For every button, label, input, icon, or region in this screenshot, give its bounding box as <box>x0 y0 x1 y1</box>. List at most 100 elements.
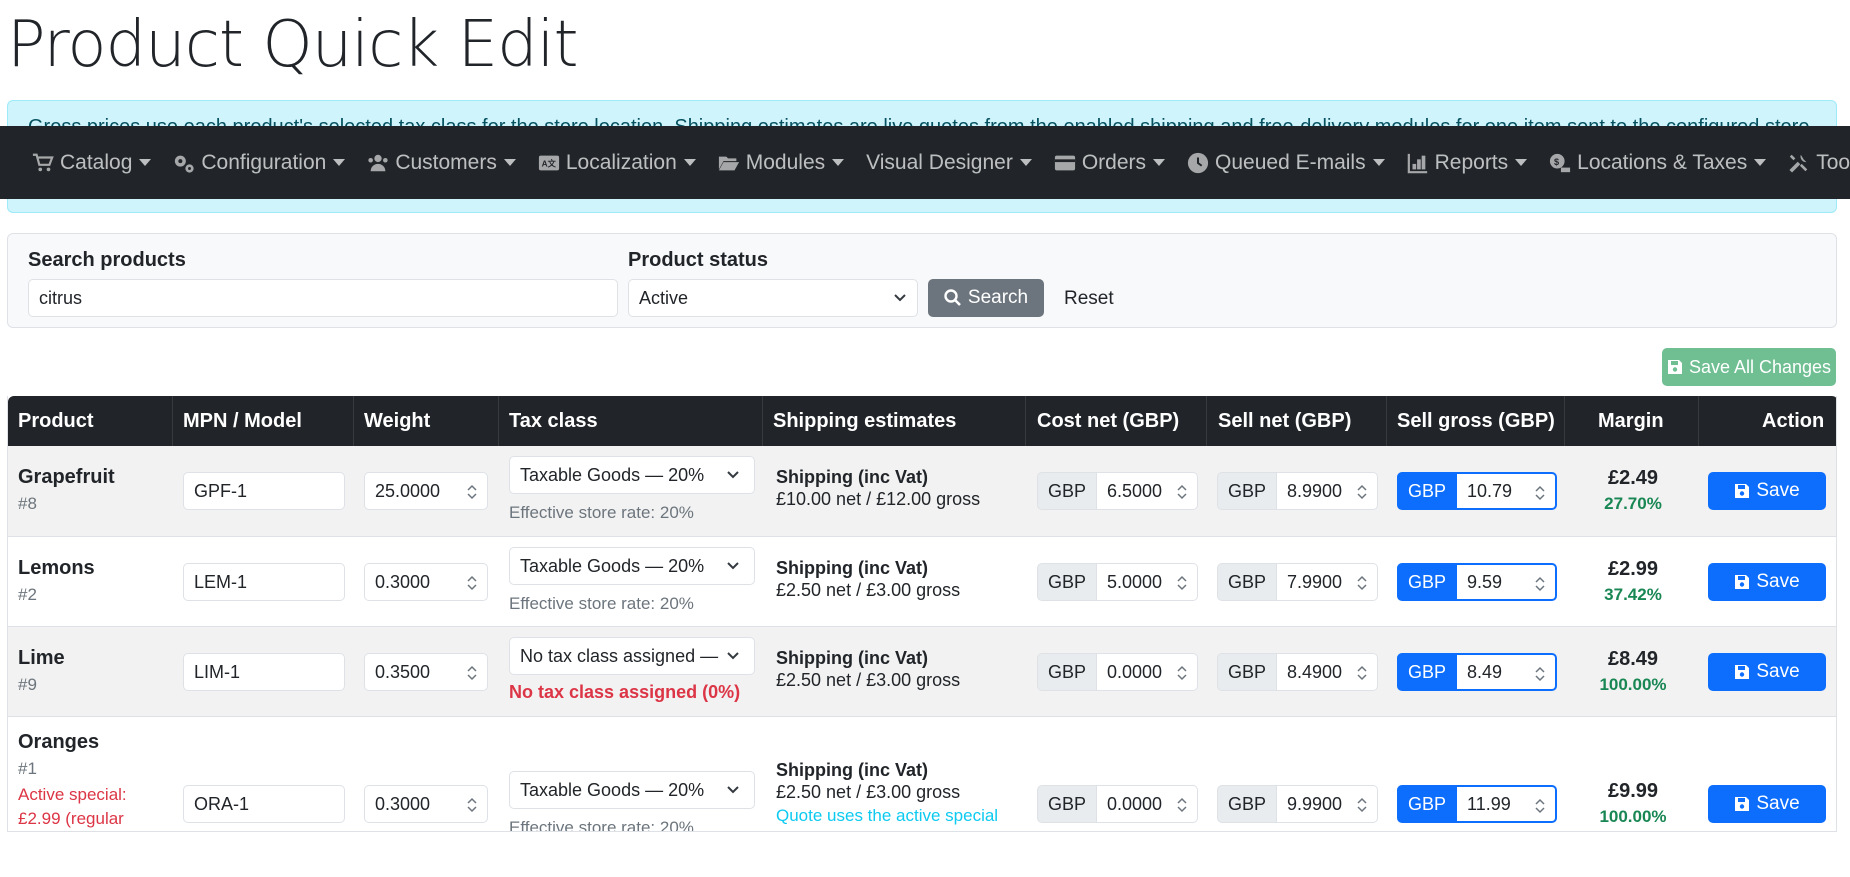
search-button[interactable]: Search <box>928 279 1044 317</box>
search-label: Search products <box>28 249 186 271</box>
caret-down-icon <box>1153 159 1166 166</box>
spinner-arrows-icon[interactable] <box>1533 664 1547 684</box>
col-shipping: Shipping estimates <box>773 410 957 432</box>
spinner-arrows-icon[interactable] <box>1533 796 1547 816</box>
shipping-title: Shipping (inc Vat) <box>776 467 928 487</box>
tax-class-select[interactable]: Taxable Goods — 20% <box>509 547 755 585</box>
cost-input[interactable]: GBP 0.0000 <box>1037 785 1198 823</box>
mpn-input[interactable]: LEM-1 <box>183 563 345 601</box>
product-name: Oranges <box>18 731 100 753</box>
shipping-value: £2.50 net / £3.00 gross <box>776 670 961 690</box>
tax-class-select[interactable]: Taxable Goods — 20% <box>509 456 755 494</box>
save-all-button[interactable]: Save All Changes <box>1662 348 1836 386</box>
chart-icon <box>1407 153 1427 173</box>
search-button-label: Search <box>967 287 1029 308</box>
mpn-value: LIM-1 <box>194 661 241 682</box>
spinner-arrows-icon[interactable] <box>1355 482 1369 502</box>
product-id: #9 <box>18 675 37 694</box>
spinner-arrows-icon[interactable] <box>1533 574 1547 594</box>
save-label: Save <box>1756 661 1800 682</box>
weight-input[interactable]: 0.3500 <box>364 653 488 691</box>
nav-label: Localization <box>565 150 677 174</box>
nav-orders[interactable]: Orders <box>1054 151 1166 175</box>
spinner-arrows-icon[interactable] <box>465 795 479 815</box>
nav-queued-emails[interactable]: Queued E-mails <box>1187 151 1385 175</box>
spinner-arrows-icon[interactable] <box>1355 663 1369 683</box>
nav-label: Visual Designer <box>866 150 1013 174</box>
money-icon: $ <box>1550 153 1571 172</box>
search-input[interactable] <box>28 279 618 317</box>
mpn-input[interactable]: LIM-1 <box>183 653 345 691</box>
floppy-disk-icon <box>1735 484 1750 498</box>
sell-gross-input[interactable]: GBP 10.79 <box>1397 472 1557 510</box>
col-action: Action <box>1762 410 1825 432</box>
gears-icon <box>175 155 195 173</box>
sell-net-input[interactable]: GBP 8.4900 <box>1217 653 1378 691</box>
sell-gross-input[interactable]: GBP 9.59 <box>1397 563 1557 601</box>
language-icon: A文 <box>538 155 559 170</box>
caret-down-icon <box>139 159 152 166</box>
weight-input[interactable]: 0.3000 <box>364 785 488 823</box>
shipping-note: Quote uses the active special <box>776 806 999 825</box>
sell-net-input[interactable]: GBP 9.9900 <box>1217 785 1378 823</box>
spinner-arrows-icon[interactable] <box>465 482 479 502</box>
nav-modules[interactable]: Modules <box>718 150 845 175</box>
nav-reports[interactable]: Reports <box>1407 151 1528 175</box>
spinner-arrows-icon[interactable] <box>1175 482 1189 502</box>
search-icon <box>944 289 961 306</box>
nav-visual-designer[interactable]: Visual Designer <box>866 151 1032 175</box>
weight-input[interactable]: 25.0000 <box>364 472 488 510</box>
tax-class-select[interactable]: Taxable Goods — 20% <box>509 771 755 809</box>
weight-value: 0.3000 <box>375 571 431 592</box>
special-price-note: £2.99 (regular <box>18 809 124 828</box>
spinner-arrows-icon[interactable] <box>1355 573 1369 593</box>
weight-input[interactable]: 0.3000 <box>364 563 488 601</box>
search-panel: Search products Product status Active Se… <box>7 233 1837 328</box>
nav-customers[interactable]: Customers <box>367 151 516 175</box>
nav-label: Modules <box>745 150 826 174</box>
currency-prefix: GBP <box>1037 472 1098 510</box>
spinner-arrows-icon[interactable] <box>465 573 479 593</box>
sell-gross-input[interactable]: GBP 11.99 <box>1397 785 1557 823</box>
cost-input[interactable]: GBP 5.0000 <box>1037 563 1198 601</box>
save-button[interactable]: Save <box>1708 785 1826 823</box>
spinner-arrows-icon[interactable] <box>1175 573 1189 593</box>
spinner-arrows-icon[interactable] <box>1175 663 1189 683</box>
sell-gross-input[interactable]: GBP 8.49 <box>1397 653 1557 691</box>
save-button[interactable]: Save <box>1708 653 1826 691</box>
mpn-input[interactable]: ORA-1 <box>183 785 345 823</box>
save-label: Save <box>1756 480 1800 501</box>
margin-value: £8.49 <box>1607 648 1659 670</box>
weight-value: 25.0000 <box>375 480 441 501</box>
save-button[interactable]: Save <box>1708 563 1826 601</box>
nav-localization[interactable]: A文 Localization <box>538 151 696 175</box>
cost-input[interactable]: GBP 6.5000 <box>1037 472 1198 510</box>
spinner-arrows-icon[interactable] <box>1175 795 1189 815</box>
col-product: Product <box>18 410 94 432</box>
tax-class-select[interactable]: No tax class assigned — <box>509 637 755 675</box>
spinner-arrows-icon[interactable] <box>465 663 479 683</box>
cost-input[interactable]: GBP 0.0000 <box>1037 653 1198 691</box>
nav-locations-taxes[interactable]: $ Locations & Taxes <box>1549 151 1767 175</box>
spinner-arrows-icon[interactable] <box>1533 483 1547 503</box>
mpn-value: ORA-1 <box>194 793 250 814</box>
sell-net-input[interactable]: GBP 8.9900 <box>1217 472 1378 510</box>
col-weight: Weight <box>364 410 431 432</box>
cost-value: 0.0000 <box>1107 793 1163 814</box>
nav-label: Customers <box>395 150 497 174</box>
save-button[interactable]: Save <box>1708 472 1826 510</box>
nav-configuration[interactable]: Configuration <box>173 151 346 175</box>
chevron-down-icon <box>727 786 739 794</box>
sell-net-input[interactable]: GBP 7.9900 <box>1217 563 1378 601</box>
margin-percent: 27.70% <box>1604 494 1662 513</box>
currency-prefix: GBP <box>1397 653 1458 691</box>
nav-catalog[interactable]: Catalog <box>32 151 152 175</box>
nav-tools[interactable]: Tools <box>1788 151 1850 175</box>
chevron-down-icon <box>727 562 739 570</box>
mpn-input[interactable]: GPF-1 <box>183 472 345 510</box>
caret-down-icon <box>1372 159 1385 166</box>
status-select[interactable]: Active <box>628 279 918 317</box>
spinner-arrows-icon[interactable] <box>1355 795 1369 815</box>
special-price-note: Active special: <box>18 785 127 804</box>
reset-button[interactable]: Reset <box>1064 288 1114 310</box>
